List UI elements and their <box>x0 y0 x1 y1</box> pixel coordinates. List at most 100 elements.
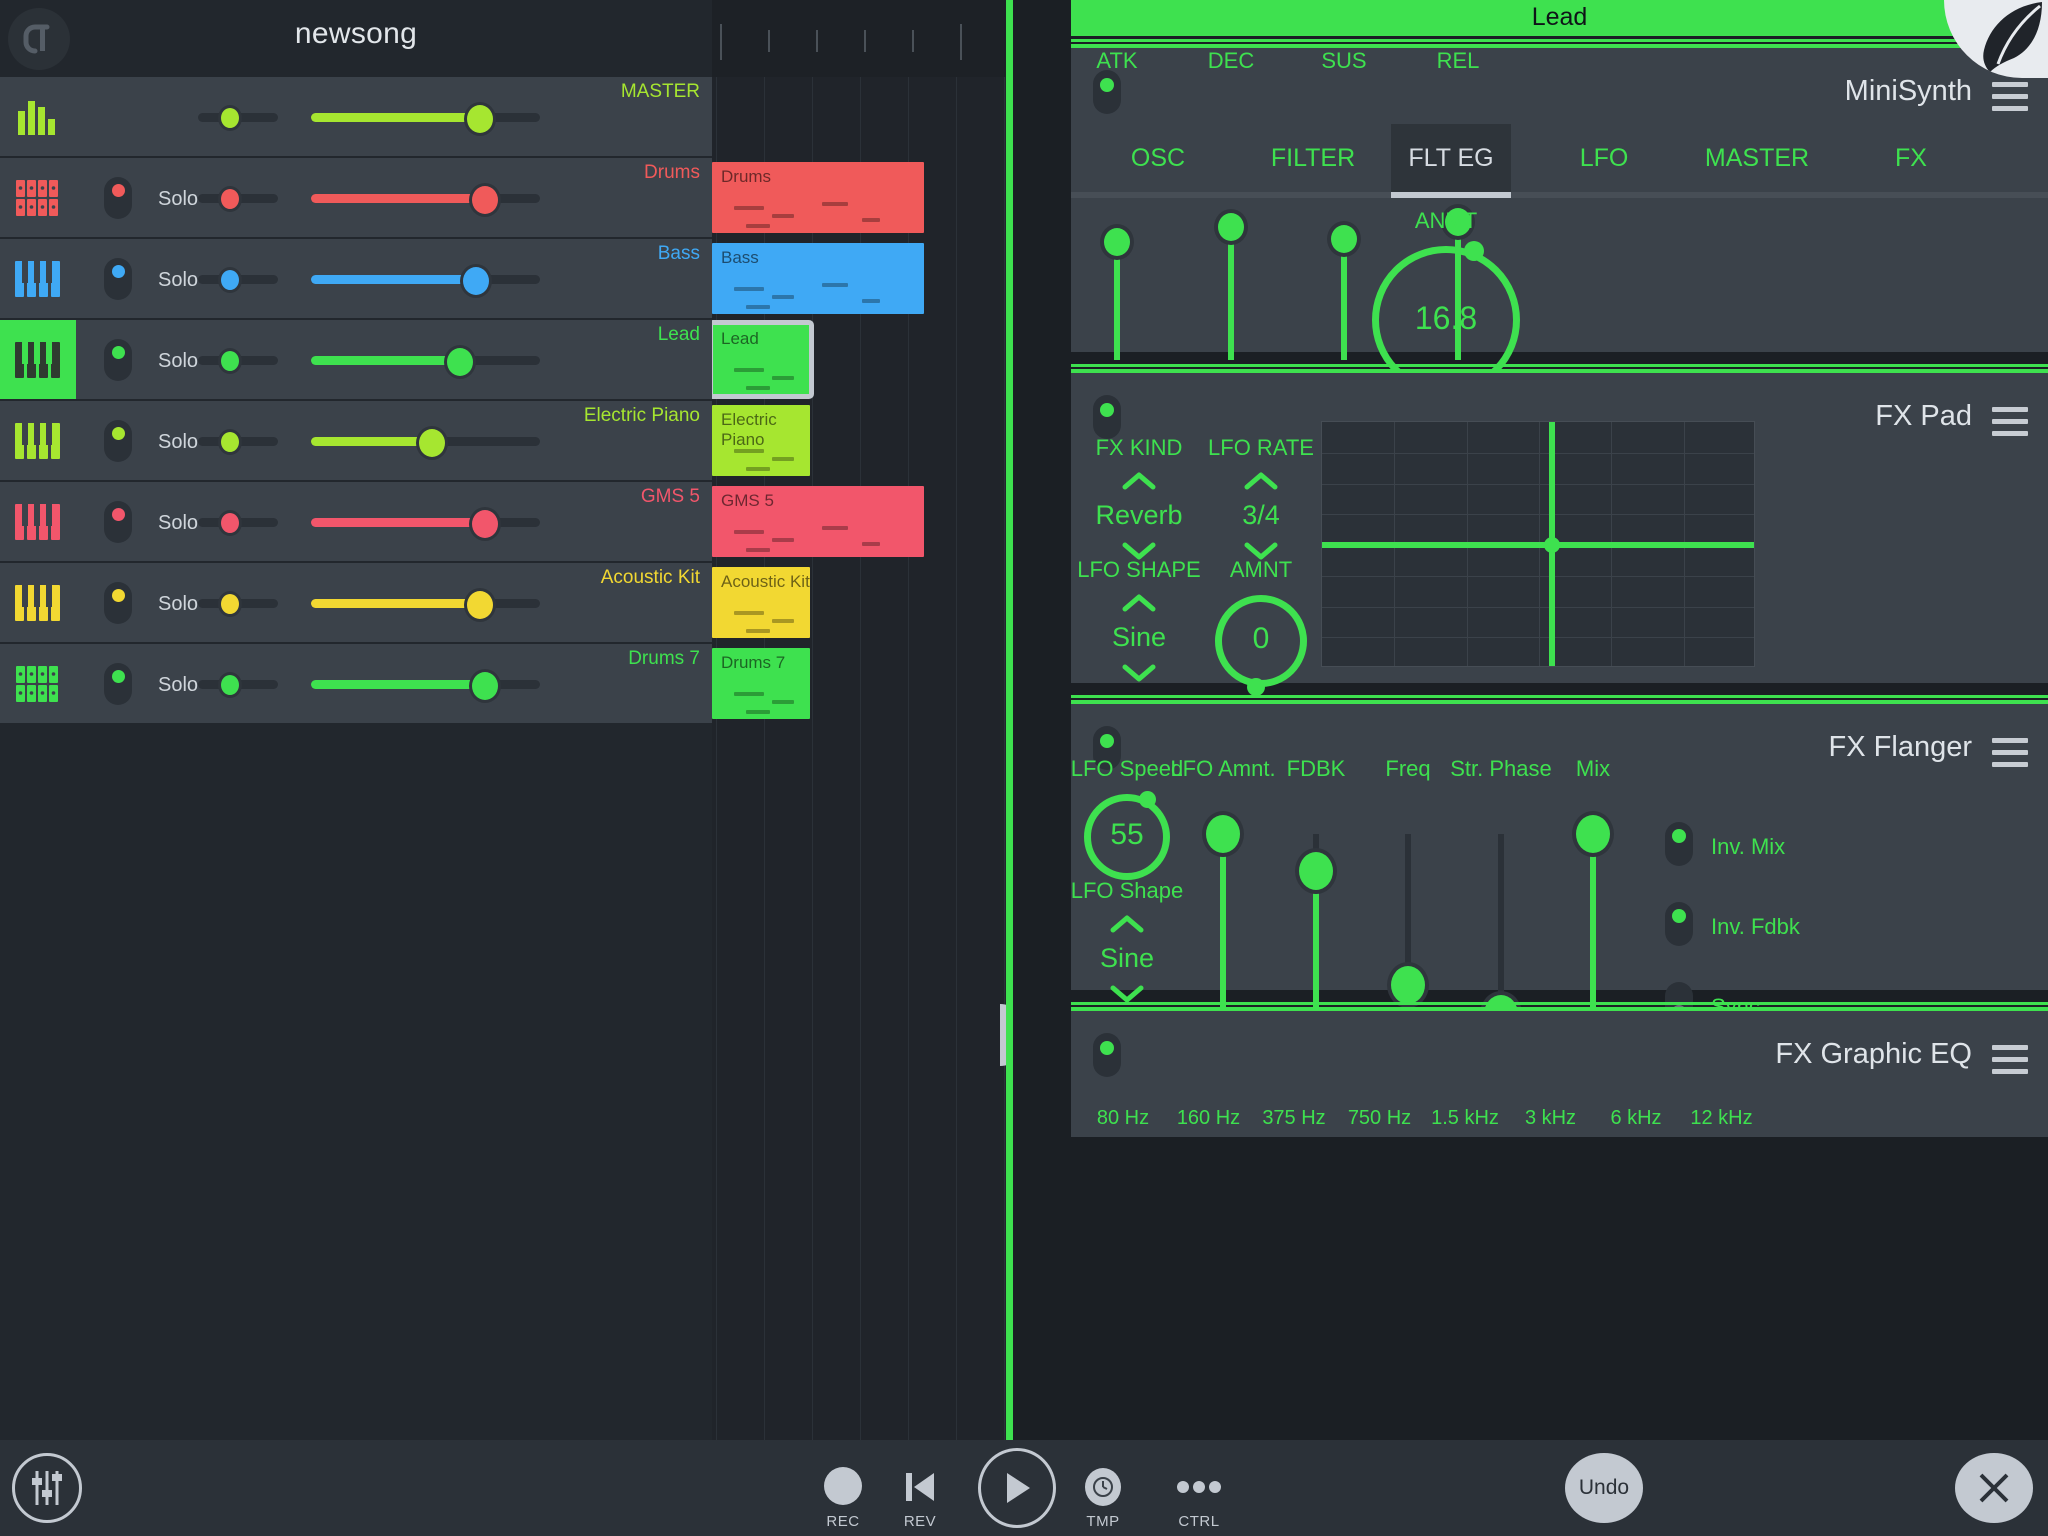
drum-pads-icon[interactable] <box>0 644 76 723</box>
solo-toggle[interactable] <box>104 177 132 219</box>
volume-slider[interactable] <box>311 275 540 284</box>
track-row[interactable]: Solo GMS 5 <box>0 482 712 563</box>
piano-keys-icon[interactable] <box>0 239 76 318</box>
mixer-bars-icon[interactable] <box>0 77 76 156</box>
chevron-down-icon[interactable] <box>1049 663 1229 688</box>
solo-toggle[interactable] <box>104 339 132 381</box>
pan-knob[interactable] <box>218 267 242 293</box>
piano-keys-icon[interactable] <box>0 401 76 480</box>
solo-toggle[interactable] <box>104 420 132 462</box>
playlist-clip[interactable]: Drums <box>712 162 924 233</box>
volume-slider[interactable] <box>311 113 540 122</box>
dots-icon[interactable] <box>1176 1480 1222 1499</box>
tab-master[interactable]: MASTER <box>1677 124 1837 192</box>
hamburger-menu-icon[interactable] <box>1992 738 2028 774</box>
fx-xy-pad[interactable] <box>1321 421 1755 667</box>
solo-label: Solo <box>158 512 199 534</box>
volume-slider[interactable] <box>311 599 540 608</box>
hamburger-menu-icon[interactable] <box>1992 82 2028 118</box>
playlist-clip[interactable]: Drums 7 <box>712 648 810 719</box>
track-row[interactable]: Solo Drums <box>0 158 712 239</box>
undo-button[interactable]: Undo <box>1565 1453 1643 1523</box>
volume-knob[interactable] <box>469 669 502 703</box>
pan-knob[interactable] <box>218 186 242 212</box>
instrument-pane: Lead MiniSynth OSC FILTER FLT EG LFO MASTER F… <box>1013 0 2048 1440</box>
volume-slider[interactable] <box>311 518 540 527</box>
switch-inv-fdbk[interactable] <box>1665 902 1693 946</box>
playlist-ruler[interactable] <box>712 0 1012 77</box>
dial-handle[interactable] <box>1463 241 1484 262</box>
minisynth-title: MiniSynth <box>1844 75 1972 107</box>
playlist-clip[interactable]: Electric Piano <box>712 405 810 476</box>
solo-label: Solo <box>158 269 199 291</box>
piano-keys-icon[interactable] <box>0 563 76 642</box>
track-row[interactable]: Solo Electric Piano <box>0 401 712 482</box>
volume-slider[interactable] <box>311 680 540 689</box>
close-icon[interactable] <box>1955 1453 2033 1523</box>
solo-toggle[interactable] <box>104 663 132 705</box>
xypad-gridline <box>1322 452 1754 454</box>
graphiceq-module: FX Graphic EQ 80 Hz 160 Hz 375 Hz 750 Hz 1.5… <box>1071 1002 2048 1137</box>
piano-keys-icon[interactable] <box>0 482 76 561</box>
eq-band-label[interactable]: 12 kHz <box>1652 1107 1792 1130</box>
switch-inv-mix[interactable] <box>1665 822 1693 866</box>
tab-osc[interactable]: OSC <box>1099 124 1217 192</box>
metronome-icon[interactable] <box>1085 1468 1121 1506</box>
volume-knob[interactable] <box>469 183 502 217</box>
playlist-area[interactable]: Drums Bass Lead Electric Piano GMS 5 Acoustic… <box>712 0 1012 1440</box>
xypad-handle[interactable] <box>1544 537 1561 553</box>
volume-slider[interactable] <box>311 194 540 203</box>
mixer-toggle-button[interactable] <box>12 1453 82 1523</box>
hamburger-menu-icon[interactable] <box>1992 407 2028 443</box>
track-row[interactable]: Solo Bass <box>0 239 712 320</box>
piano-keys-icon[interactable] <box>0 320 76 399</box>
chevron-up-icon[interactable] <box>1037 914 1217 939</box>
tab-fx[interactable]: FX <box>1871 124 1951 192</box>
ruler-tick <box>720 24 722 60</box>
minisynth-power-toggle[interactable] <box>1093 70 1121 114</box>
volume-knob[interactable] <box>459 264 492 298</box>
pan-knob[interactable] <box>218 348 242 374</box>
volume-slider[interactable] <box>311 356 540 365</box>
flanger-lfo-shape-selector[interactable]: LFO Shape Sine <box>1037 878 1217 1013</box>
instrument-header[interactable]: Lead <box>1071 0 2048 36</box>
tab-filter[interactable]: FILTER <box>1243 124 1383 192</box>
drum-pads-icon[interactable] <box>0 158 76 237</box>
solo-toggle[interactable] <box>104 258 132 300</box>
track-row[interactable]: Solo Acoustic Kit <box>0 563 712 644</box>
pane-divider[interactable] <box>1006 0 1013 1440</box>
pan-knob[interactable] <box>218 510 242 536</box>
dial-handle[interactable] <box>1138 790 1156 808</box>
dial-handle[interactable] <box>1247 677 1266 696</box>
pan-knob[interactable] <box>218 105 242 131</box>
track-row[interactable]: MASTER <box>0 77 712 158</box>
chevron-up-icon[interactable] <box>1049 593 1229 618</box>
track-row[interactable]: Solo Drums 7 <box>0 644 712 725</box>
volume-knob[interactable] <box>464 102 497 136</box>
playlist-clip[interactable]: Lead <box>712 320 814 399</box>
volume-knob[interactable] <box>464 588 497 622</box>
fxpad-power-toggle[interactable] <box>1093 395 1121 439</box>
top-bar: newsong <box>0 0 712 77</box>
track-row[interactable]: Solo Lead <box>0 320 712 401</box>
hamburger-menu-icon[interactable] <box>1992 1045 2028 1081</box>
playlist-clip[interactable]: Bass <box>712 243 924 314</box>
track-name: Acoustic Kit <box>600 567 700 588</box>
chevron-down-icon[interactable] <box>1037 984 1217 1009</box>
solo-toggle[interactable] <box>104 582 132 624</box>
pan-knob[interactable] <box>218 672 242 698</box>
volume-knob[interactable] <box>469 507 502 541</box>
volume-knob[interactable] <box>443 345 476 379</box>
tab-flt-eg[interactable]: FLT EG <box>1391 124 1511 192</box>
playlist-clip[interactable]: GMS 5 <box>712 486 924 557</box>
pan-knob[interactable] <box>218 591 242 617</box>
skip-back-icon[interactable] <box>900 1466 940 1508</box>
playlist-clip[interactable]: Acoustic Kit <box>712 567 810 638</box>
clip-label: Acoustic Kit <box>721 572 810 591</box>
record-icon[interactable] <box>824 1467 862 1505</box>
graphiceq-power-toggle[interactable] <box>1093 1033 1121 1077</box>
solo-toggle[interactable] <box>104 501 132 543</box>
pan-knob[interactable] <box>218 429 242 455</box>
volume-knob[interactable] <box>416 426 449 460</box>
tab-lfo[interactable]: LFO <box>1549 124 1659 192</box>
